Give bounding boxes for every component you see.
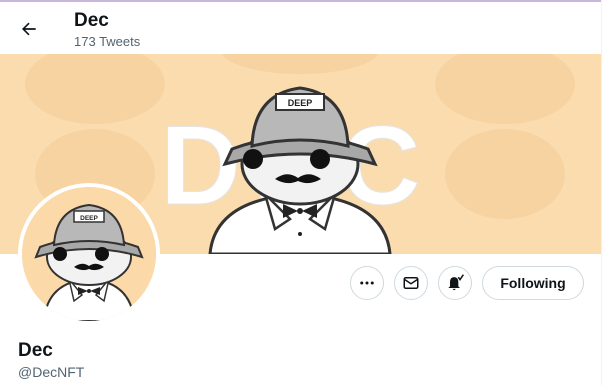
avatar-illustration: DEEP: [22, 187, 156, 321]
mail-icon: [403, 277, 419, 289]
more-icon: [360, 281, 374, 285]
profile-header-bar: Dec 173 Tweets: [0, 2, 602, 54]
profile-display-name: Dec: [18, 340, 53, 361]
back-arrow-icon: [22, 22, 36, 36]
following-button[interactable]: Following: [482, 266, 584, 300]
message-button[interactable]: [394, 266, 428, 300]
more-button[interactable]: [350, 266, 384, 300]
avatar-hat-label: DEEP: [80, 215, 98, 222]
notifications-button[interactable]: [438, 266, 472, 300]
bell-check-icon: [448, 274, 464, 291]
tweet-count: 173 Tweets: [74, 34, 141, 49]
profile-handle: @DecNFT: [18, 364, 85, 380]
banner-hat-label: DEEP: [288, 98, 313, 108]
avatar[interactable]: DEEP: [22, 187, 156, 321]
avatar-frame[interactable]: DEEP: [18, 183, 160, 325]
back-button[interactable]: [12, 12, 46, 46]
header-profile-name: Dec: [74, 10, 109, 31]
